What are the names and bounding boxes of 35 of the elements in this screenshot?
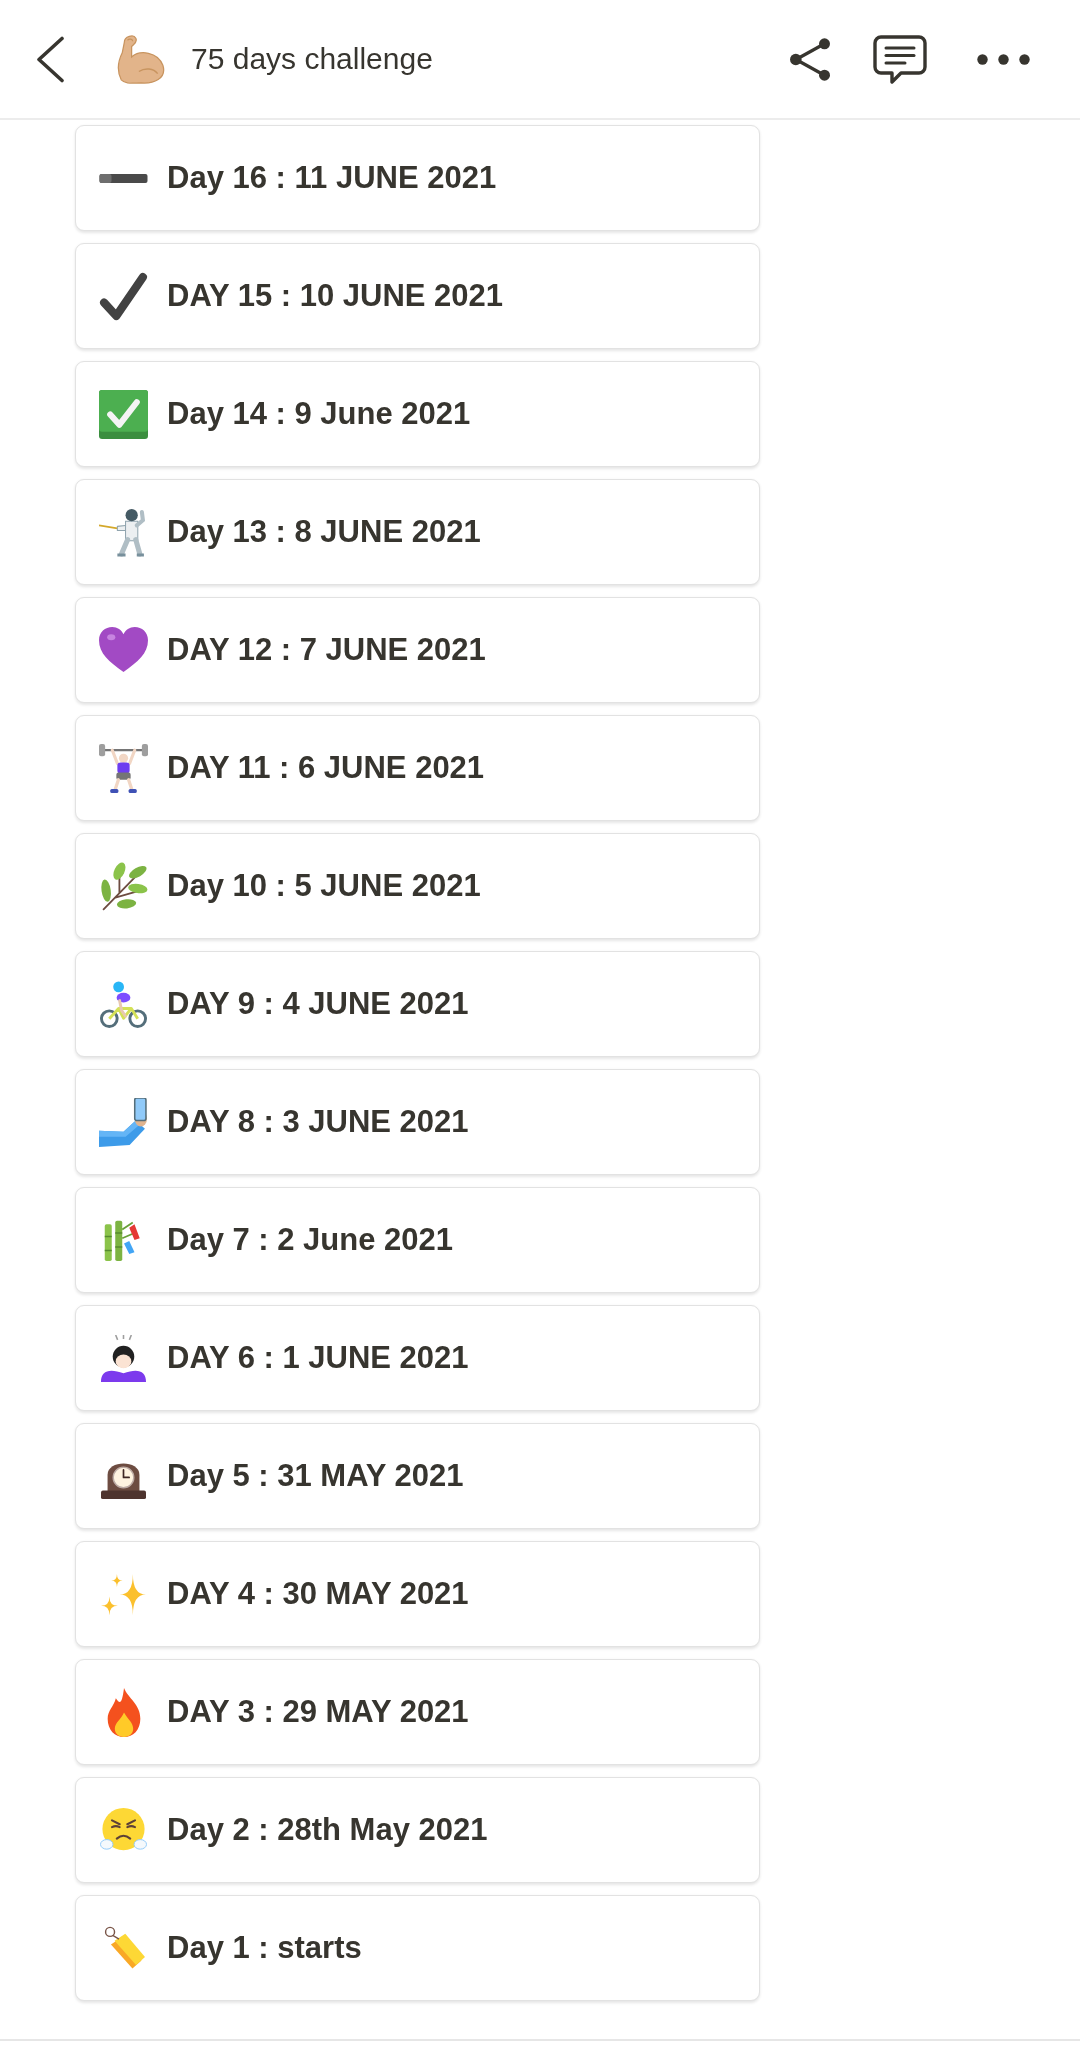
cyclist-icon <box>100 980 147 1028</box>
check-box-icon <box>99 389 148 439</box>
page-link[interactable]: Day 13 : 8 JUNE 2021 <box>75 479 760 585</box>
share-icon <box>790 37 830 81</box>
more-icon <box>976 53 1030 65</box>
weightlifter-icon <box>99 743 148 793</box>
page-link[interactable]: DAY 9 : 4 JUNE 2021 <box>75 951 760 1057</box>
page-link[interactable]: Day 2 : 28th May 2021 <box>75 1777 760 1883</box>
tag-icon <box>102 1924 145 1972</box>
page-link[interactable]: DAY 6 : 1 JUNE 2021 <box>75 1305 760 1411</box>
fire-icon <box>105 1687 142 1737</box>
page-link[interactable]: DAY 11 : 6 JUNE 2021 <box>75 715 760 821</box>
page-link[interactable]: Day 14 : 9 June 2021 <box>75 361 760 467</box>
phone-in-hand-icon <box>99 1097 148 1147</box>
page-title: 75 days challenge <box>191 42 433 76</box>
check-mark-icon <box>99 271 148 321</box>
steaming-face-icon <box>99 1807 148 1853</box>
leaves-icon <box>99 861 148 911</box>
page-link[interactable]: Day 1 : starts <box>75 1895 760 2001</box>
page-link[interactable]: DAY 4 : 30 MAY 2021 <box>75 1541 760 1647</box>
page-link[interactable]: Day 5 : 31 MAY 2021 <box>75 1423 760 1529</box>
page-link[interactable]: DAY 15 : 10 JUNE 2021 <box>75 243 760 349</box>
page-link[interactable]: Day 10 : 5 JUNE 2021 <box>75 833 760 939</box>
page-link[interactable]: DAY 8 : 3 JUNE 2021 <box>75 1069 760 1175</box>
page-link[interactable]: DAY 12 : 7 JUNE 2021 <box>75 597 760 703</box>
comment-icon <box>873 34 927 84</box>
flexed-arm-icon <box>116 34 166 84</box>
back-icon <box>35 35 65 83</box>
heart-icon <box>99 627 148 673</box>
bowing-person-icon <box>100 1334 147 1382</box>
page-link[interactable]: DAY 3 : 29 MAY 2021 <box>75 1659 760 1765</box>
fencer-icon <box>99 507 148 557</box>
page-link[interactable]: Day 7 : 2 June 2021 <box>75 1187 760 1293</box>
minus-icon <box>99 173 148 183</box>
page-link[interactable]: Day 16 : 11 JUNE 2021 <box>75 125 760 231</box>
